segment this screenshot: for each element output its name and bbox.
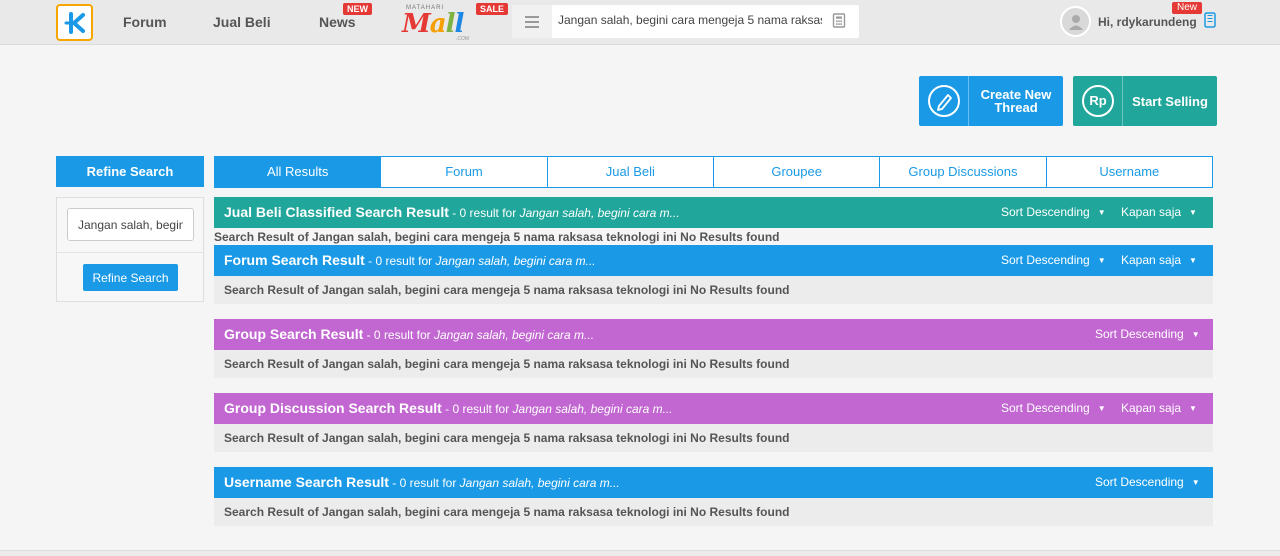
caret-down-icon: ▼ [1189,404,1197,413]
start-selling-button[interactable]: Rp Start Selling [1073,76,1217,126]
result-title: Forum Search Result - 0 result for Janga… [224,252,596,268]
create-new-thread-button[interactable]: Create New Thread [919,76,1063,126]
tab-groupee[interactable]: Groupee [712,157,879,187]
kapan-saja-dropdown[interactable]: Kapan saja ▼ [1121,253,1197,267]
caret-down-icon: ▼ [1189,256,1197,265]
caret-down-icon: ▼ [1191,478,1200,487]
result-tabs: All Results Forum Jual Beli Groupee Grou… [214,156,1213,188]
user-greeting[interactable]: Hi, rdykarundeng [1098,15,1197,29]
nav-jual-beli-link[interactable]: Jual Beli [213,14,271,30]
pencil-icon [919,76,969,126]
calculator-icon[interactable] [832,13,846,28]
username-no-results: Search Result of Jangan salah, begini ca… [214,498,1213,526]
sort-descending-dropdown[interactable]: Sort Descending ▼ [1095,475,1200,489]
forum-result-header: Forum Search Result - 0 result for Janga… [214,245,1213,276]
refine-search-heading: Refine Search [56,156,204,187]
caret-down-icon: ▼ [1191,330,1200,339]
group-result-header: Group Search Result - 0 result for Janga… [214,319,1213,350]
result-title: Username Search Result - 0 result for Ja… [224,474,620,490]
mobile-phone-icon[interactable] [1204,12,1216,28]
mall-sale-badge: SALE [476,3,509,15]
page-footer-divider [0,550,1280,556]
kaskus-logo-icon[interactable] [56,4,93,41]
caret-down-icon: ▼ [1097,256,1106,265]
refine-search-input[interactable] [67,208,194,241]
start-selling-label: Start Selling [1132,93,1208,109]
jual-beli-result-header: Jual Beli Classified Search Result - 0 r… [214,197,1213,228]
sort-descending-dropdown[interactable]: Sort Descending ▼ [1001,401,1106,415]
sort-descending-dropdown[interactable]: Sort Descending ▼ [1095,327,1200,341]
kapan-saja-dropdown[interactable]: Kapan saja ▼ [1121,205,1197,219]
search-category-menu[interactable] [512,5,552,38]
user-silhouette-icon [1069,15,1083,30]
nav-news-link[interactable]: News [319,14,356,30]
notification-new-badge: New [1172,2,1203,14]
news-new-badge: NEW [343,3,372,15]
forum-no-results: Search Result of Jangan salah, begini ca… [214,276,1213,304]
refine-divider [57,252,203,253]
search-bar [512,5,859,38]
refine-search-panel: Refine Search [56,197,204,302]
search-input[interactable] [558,13,822,27]
group-discussion-result-header: Group Discussion Search Result - 0 resul… [214,393,1213,424]
matahari-mall-logo[interactable]: MATAHARI Mall .COM [402,3,474,42]
mall-logo-bottom-text: .COM [456,36,470,42]
kapan-saja-dropdown[interactable]: Kapan saja ▼ [1121,401,1197,415]
hamburger-menu-icon [525,16,539,28]
result-title: Group Discussion Search Result - 0 resul… [224,400,673,416]
result-title: Group Search Result - 0 result for Janga… [224,326,595,342]
username-result-header: Username Search Result - 0 result for Ja… [214,467,1213,498]
jual-beli-no-results: Search Result of Jangan salah, begini ca… [214,230,780,244]
user-avatar[interactable] [1060,6,1091,37]
caret-down-icon: ▼ [1097,404,1106,413]
result-title: Jual Beli Classified Search Result - 0 r… [224,204,680,220]
refine-search-button[interactable]: Refine Search [83,264,178,291]
group-discussion-no-results: Search Result of Jangan salah, begini ca… [214,424,1213,452]
group-no-results: Search Result of Jangan salah, begini ca… [214,350,1213,378]
tab-jual-beli[interactable]: Jual Beli [546,157,713,187]
top-navigation-bar: Forum Jual Beli News NEW MATAHARI Mall .… [0,0,1280,45]
tab-username[interactable]: Username [1045,157,1212,187]
sort-descending-dropdown[interactable]: Sort Descending ▼ [1001,205,1106,219]
tab-all-results[interactable]: All Results [215,157,381,187]
caret-down-icon: ▼ [1189,208,1197,217]
create-new-thread-label: Create New Thread [980,87,1052,115]
mall-logo-word: Mall [402,9,464,39]
nav-forum-link[interactable]: Forum [123,14,167,30]
rupiah-icon: Rp [1073,76,1123,126]
caret-down-icon: ▼ [1097,208,1106,217]
sort-descending-dropdown[interactable]: Sort Descending ▼ [1001,253,1106,267]
tab-forum[interactable]: Forum [380,157,546,187]
tab-group-discussions[interactable]: Group Discussions [879,157,1045,187]
